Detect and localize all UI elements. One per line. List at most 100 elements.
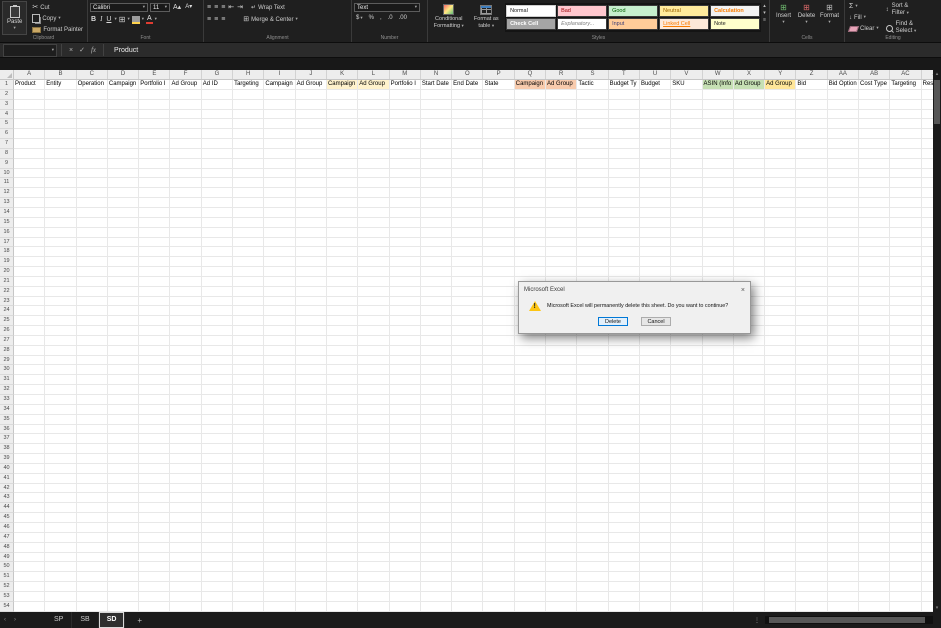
- cell-A50[interactable]: [14, 562, 46, 573]
- cell-S27[interactable]: [577, 335, 609, 346]
- cell-N49[interactable]: [420, 552, 453, 563]
- cell-G6[interactable]: [201, 129, 234, 140]
- cell-M12[interactable]: [389, 188, 421, 199]
- cell-G39[interactable]: [201, 454, 234, 464]
- cell-F41[interactable]: [170, 473, 202, 484]
- cell-H4[interactable]: [233, 109, 265, 120]
- cell-AB6[interactable]: [859, 129, 891, 140]
- cell-S6[interactable]: [577, 129, 609, 140]
- cell-T6[interactable]: [608, 129, 640, 140]
- cell-K18[interactable]: [326, 247, 359, 258]
- underline-button[interactable]: U: [105, 15, 112, 24]
- cell-H50[interactable]: [233, 562, 265, 573]
- cell-R31[interactable]: [546, 375, 578, 386]
- cell-X4[interactable]: [733, 109, 766, 120]
- cell-AC12[interactable]: [890, 188, 922, 199]
- cell-K15[interactable]: [326, 217, 359, 228]
- cell-P32[interactable]: [483, 385, 515, 395]
- align-bottom-icon[interactable]: ≡: [220, 4, 225, 12]
- cell-A4[interactable]: [14, 109, 46, 120]
- cell-H35[interactable]: [233, 414, 265, 425]
- cell-A36[interactable]: [14, 424, 46, 435]
- row-header-16[interactable]: 16: [0, 227, 14, 238]
- cell-AD32[interactable]: [921, 385, 933, 395]
- cell-I31[interactable]: [264, 375, 296, 386]
- cell-K10[interactable]: [326, 168, 359, 179]
- cell-D19[interactable]: [107, 257, 140, 268]
- cell-D21[interactable]: [107, 276, 140, 287]
- cell-R38[interactable]: [546, 444, 578, 455]
- cell-W4[interactable]: [702, 109, 734, 120]
- cell-L32[interactable]: [358, 385, 390, 395]
- cell-AC26[interactable]: [890, 326, 922, 336]
- cell-AD38[interactable]: [921, 444, 933, 455]
- row-header-15[interactable]: 15: [0, 217, 14, 228]
- conditional-formatting-button[interactable]: Conditional Formatting ▾: [430, 1, 468, 32]
- cell-G14[interactable]: [201, 207, 234, 218]
- cell-R45[interactable]: [546, 513, 578, 523]
- cell-Z51[interactable]: [796, 572, 828, 583]
- row-header-13[interactable]: 13: [0, 198, 14, 208]
- horizontal-scrollbar[interactable]: [765, 616, 933, 624]
- column-header-P[interactable]: P: [483, 70, 515, 79]
- cell-I14[interactable]: [264, 207, 296, 218]
- cell-H15[interactable]: [233, 217, 265, 228]
- cell-J25[interactable]: [295, 316, 327, 327]
- cell-U5[interactable]: [639, 119, 672, 130]
- cell-N2[interactable]: [420, 89, 453, 100]
- cell-Z20[interactable]: [796, 267, 828, 277]
- cell-G45[interactable]: [201, 513, 234, 523]
- cell-R41[interactable]: [546, 473, 578, 484]
- column-header-Q[interactable]: Q: [515, 70, 547, 79]
- column-header-A[interactable]: A: [14, 70, 46, 79]
- cell-D31[interactable]: [107, 375, 140, 386]
- cell-AD1[interactable]: Rese: [921, 80, 933, 90]
- cell-D34[interactable]: [107, 404, 140, 415]
- cell-W48[interactable]: [702, 542, 734, 553]
- cell-Y3[interactable]: [765, 99, 797, 110]
- cell-M48[interactable]: [389, 542, 421, 553]
- cell-M29[interactable]: [389, 355, 421, 366]
- cell-AB34[interactable]: [859, 404, 891, 415]
- cell-Y32[interactable]: [765, 385, 797, 395]
- cell-G52[interactable]: [201, 582, 234, 592]
- tab-scroll-right-icon[interactable]: ›: [10, 617, 20, 623]
- row-header-20[interactable]: 20: [0, 267, 14, 277]
- cell-E21[interactable]: [139, 276, 171, 287]
- cell-J17[interactable]: [295, 237, 327, 248]
- cell-F13[interactable]: [170, 198, 202, 208]
- cell-X20[interactable]: [733, 267, 766, 277]
- cell-J40[interactable]: [295, 463, 327, 474]
- cell-S43[interactable]: [577, 493, 609, 504]
- cell-H48[interactable]: [233, 542, 265, 553]
- row-header-11[interactable]: 11: [0, 178, 14, 189]
- row-header-10[interactable]: 10: [0, 168, 14, 179]
- cell-AB16[interactable]: [859, 227, 891, 238]
- cell-T15[interactable]: [608, 217, 640, 228]
- cell-K49[interactable]: [326, 552, 359, 563]
- cell-Q37[interactable]: [514, 434, 547, 445]
- style-chip-good[interactable]: Good: [608, 5, 659, 17]
- cell-AC17[interactable]: [890, 237, 922, 248]
- cell-J21[interactable]: [295, 276, 327, 287]
- cell-P35[interactable]: [483, 414, 515, 425]
- cell-I29[interactable]: [264, 355, 296, 366]
- cell-K45[interactable]: [326, 513, 359, 523]
- cell-AC31[interactable]: [890, 375, 922, 386]
- cell-M42[interactable]: [389, 483, 421, 494]
- column-header-M[interactable]: M: [390, 70, 421, 79]
- cell-I26[interactable]: [264, 326, 296, 336]
- cell-S31[interactable]: [577, 375, 609, 386]
- cell-C27[interactable]: [76, 335, 108, 346]
- cell-J52[interactable]: [295, 582, 327, 592]
- cell-X45[interactable]: [733, 513, 766, 523]
- cell-AB51[interactable]: [859, 572, 891, 583]
- cell-C41[interactable]: [76, 473, 108, 484]
- cell-E23[interactable]: [139, 296, 171, 307]
- cell-L7[interactable]: [358, 139, 390, 149]
- style-chip-normal[interactable]: Normal: [506, 5, 557, 17]
- cell-B17[interactable]: [45, 237, 77, 248]
- cell-K30[interactable]: [326, 365, 359, 376]
- cell-F9[interactable]: [170, 158, 202, 169]
- cell-X18[interactable]: [733, 247, 766, 258]
